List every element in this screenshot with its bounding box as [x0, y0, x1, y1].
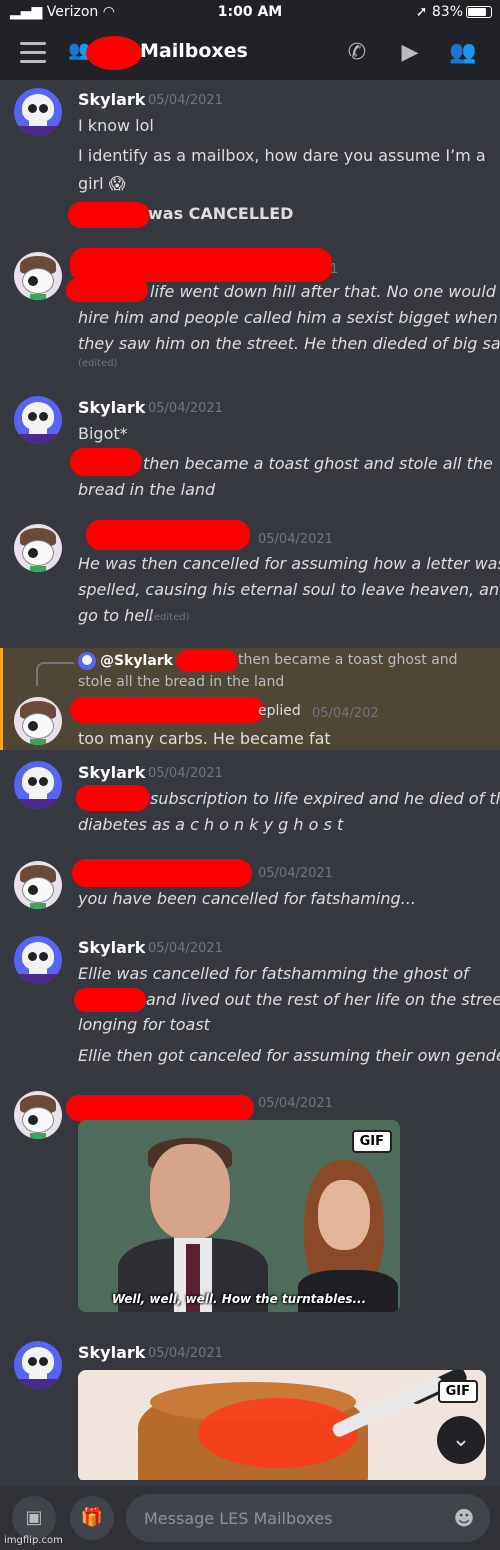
avatar[interactable]: [14, 1091, 62, 1139]
avatar[interactable]: [14, 396, 62, 444]
channel-title: Mailboxes: [140, 40, 248, 62]
channel-header: 👥 Mailboxes ✆ ▶ 👥: [0, 26, 500, 80]
redaction-mark: [72, 859, 252, 887]
gif-embed[interactable]: GIF: [78, 1370, 486, 1480]
message-timestamp: 05/04/2021: [148, 766, 223, 781]
edited-label: (edited): [78, 358, 118, 369]
phone-icon[interactable]: ✆: [342, 38, 372, 68]
message-timestamp: 05/04/2021: [258, 532, 333, 547]
avatar[interactable]: [14, 761, 62, 809]
battery-indicator: ➚ 83%: [416, 4, 492, 20]
message-text: longing for toast: [78, 1015, 210, 1034]
chevron-down-icon[interactable]: ⌄: [437, 1416, 485, 1464]
message-list[interactable]: Skylark 05/04/2021 I know lol I identify…: [0, 80, 500, 1480]
message-text: hire him and people called him a sexist …: [78, 308, 498, 327]
redaction-mark: [76, 785, 150, 811]
gif-badge: GIF: [351, 1130, 392, 1153]
message-text: life went down hill after that. No one w…: [150, 282, 496, 301]
message-text: was CANCELLED: [148, 204, 294, 223]
gift-icon[interactable]: 🎁: [70, 1496, 114, 1540]
reply-preview: stole all the bread in the land: [78, 674, 285, 690]
message-timestamp: 05/04/2021: [148, 93, 223, 108]
message-author[interactable]: Skylark: [78, 938, 145, 957]
message-author[interactable]: Skylark: [78, 90, 145, 109]
message-timestamp: 05/04/2021: [148, 1346, 223, 1361]
message-text: I know lol: [78, 116, 154, 135]
message-timestamp: 05/04/202: [312, 706, 379, 721]
message-author[interactable]: Skylark: [78, 1343, 145, 1362]
message-timestamp: 1: [330, 262, 339, 277]
redaction-mark: [74, 988, 146, 1012]
composer-bar: ▣ 🎁 ☻: [0, 1486, 500, 1550]
message-text: subscription to life expired and he died…: [150, 789, 500, 808]
message-text: go to hell: [78, 606, 154, 625]
message-text: too many carbs. He became fat: [78, 729, 331, 748]
message-author[interactable]: Skylark: [78, 398, 145, 417]
avatar[interactable]: [14, 861, 62, 909]
avatar[interactable]: [14, 252, 62, 300]
status-bar: ▂▄▆ Verizon ◠ 1:00 AM ➚ 83%: [0, 0, 500, 26]
message-text: they saw him on the street. He then died…: [78, 334, 500, 353]
members-icon[interactable]: 👥: [448, 38, 478, 68]
avatar[interactable]: [14, 524, 62, 572]
avatar[interactable]: [14, 936, 62, 984]
message-timestamp: 05/04/2021: [148, 941, 223, 956]
message-text: I identify as a mailbox, how dare you as…: [78, 146, 486, 165]
message-text: then became a toast ghost and stole all …: [143, 454, 493, 473]
redaction-mark: [66, 278, 148, 302]
message-text: you have been cancelled for fatshaming..…: [78, 889, 416, 908]
redaction-mark: [86, 520, 250, 550]
gif-embed[interactable]: GIF Well, well, well. How the turntables…: [78, 1120, 400, 1312]
reply-reference[interactable]: @Skylark: [78, 652, 173, 670]
gif-caption: Well, well, well. How the turntables...: [111, 1292, 367, 1306]
message-text: bread in the land: [78, 480, 216, 499]
message-input[interactable]: [126, 1494, 490, 1542]
video-icon[interactable]: ▶: [395, 38, 425, 68]
message-text: and lived out the rest of her life on th…: [146, 990, 500, 1009]
replied-label: eplied: [258, 703, 301, 719]
message-text: diabetes as a c h o n k y g h o s t: [78, 815, 344, 834]
avatar: [78, 652, 96, 670]
message-text: Ellie then got canceled for assuming the…: [78, 1046, 500, 1065]
gif-badge: GIF: [437, 1380, 478, 1403]
watermark: imgflip.com: [4, 1535, 63, 1546]
message-timestamp: 05/04/2021: [258, 866, 333, 881]
reply-preview: then became a toast ghost and: [238, 652, 458, 668]
reply-connector: [36, 662, 74, 686]
message-timestamp: 05/04/2021: [258, 1096, 333, 1111]
redaction-mark: [70, 448, 142, 476]
avatar[interactable]: [14, 88, 62, 136]
image-icon[interactable]: ▣: [12, 1496, 56, 1540]
emoji-icon[interactable]: ☻: [452, 1506, 476, 1530]
message-text: Bigot*: [78, 424, 128, 443]
message-text: girl 😱: [78, 174, 126, 193]
redaction-mark: [66, 1095, 254, 1121]
redaction-mark: [68, 202, 150, 228]
message-timestamp: 05/04/2021: [148, 401, 223, 416]
hamburger-icon[interactable]: [20, 42, 46, 64]
redaction-mark: [70, 697, 264, 723]
message-text: spelled, causing his eternal soul to lea…: [78, 580, 500, 599]
edited-label: (edited): [150, 612, 190, 623]
message-text: He was then cancelled for assuming how a…: [78, 554, 500, 573]
message-text: Ellie was cancelled for fatshamming the …: [78, 964, 469, 983]
avatar[interactable]: [14, 1341, 62, 1389]
redaction-mark: [70, 248, 332, 282]
redaction-mark: [86, 36, 142, 70]
avatar[interactable]: [14, 697, 62, 745]
redaction-mark: [176, 650, 238, 672]
message-author[interactable]: Skylark: [78, 763, 145, 782]
battery-icon: [466, 6, 492, 18]
reply-mention[interactable]: @Skylark: [100, 653, 173, 669]
